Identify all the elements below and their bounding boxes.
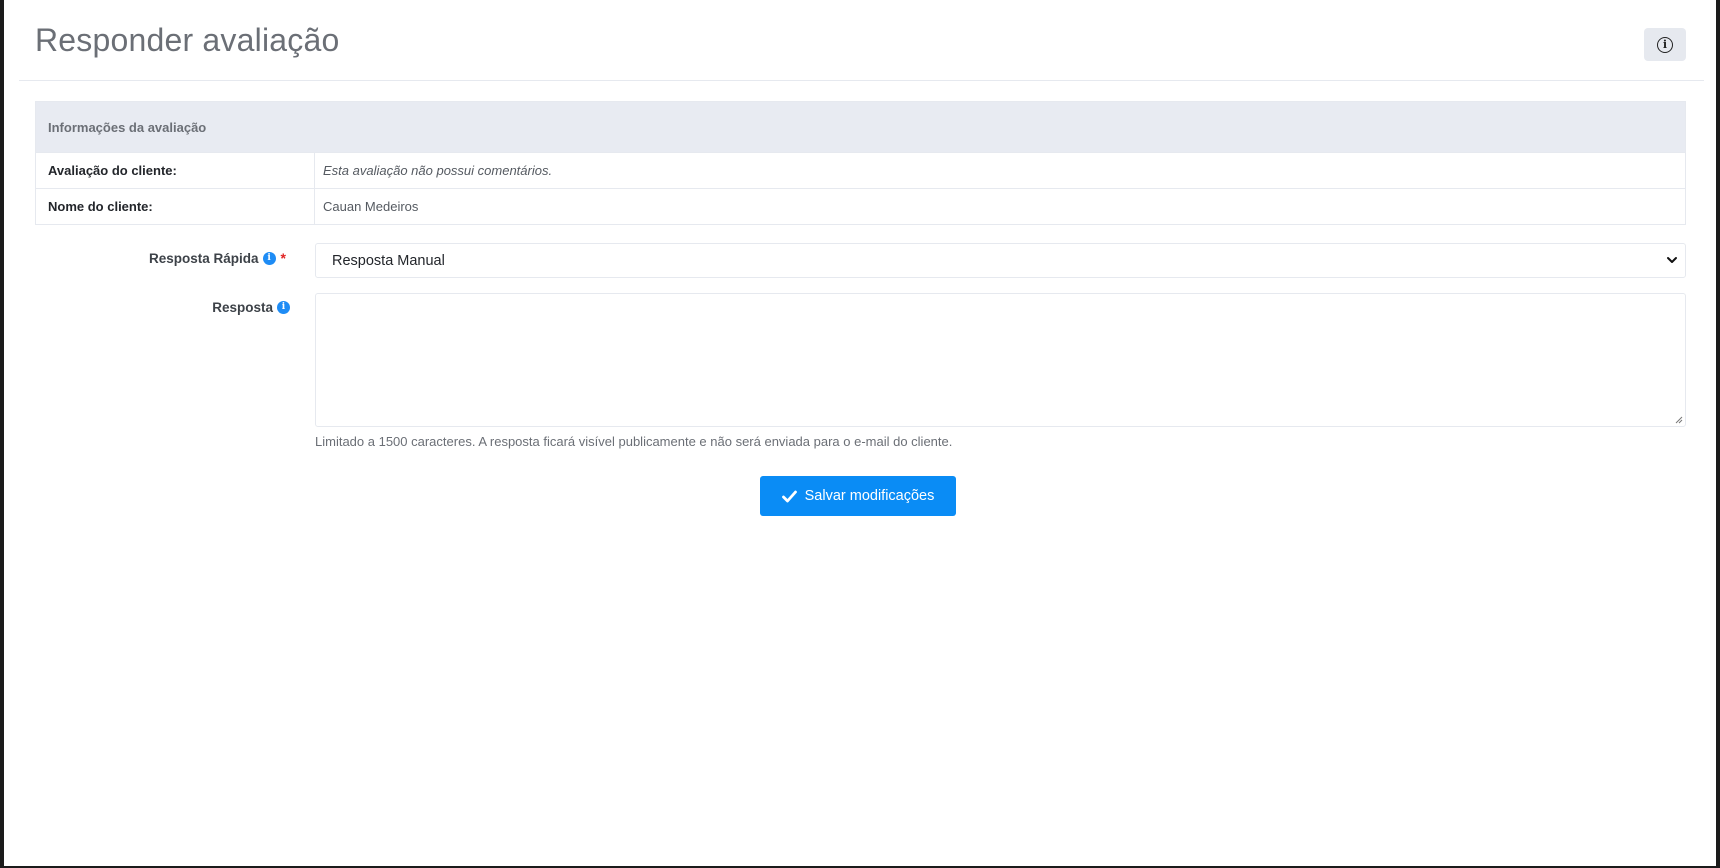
info-button[interactable]: i [1644,28,1686,61]
quick-reply-label-group: Resposta Rápida i * [100,250,286,266]
save-button-label: Salvar modificações [804,488,935,504]
quick-reply-selected-value: Resposta Manual [332,252,445,269]
page-header: Responder avaliação i [19,0,1704,81]
reply-label-group: Resposta i [100,300,290,315]
resize-grip-icon[interactable] [1674,415,1683,424]
chevron-down-icon [1667,257,1677,263]
required-marker: * [280,250,286,266]
customer-name-label: Nome do cliente: [36,189,315,224]
review-info-heading: Informações da avaliação [36,102,1685,152]
window-frame-right [1716,0,1720,868]
reply-hint: Limitado a 1500 caracteres. A resposta f… [315,434,953,449]
review-comment-label: Avaliação do cliente: [36,153,315,188]
quick-reply-select[interactable]: Resposta Manual [315,243,1686,278]
review-comment-value: Esta avaliação não possui comentários. [323,163,553,178]
reply-textarea[interactable] [315,293,1686,427]
quick-reply-label: Resposta Rápida [149,250,259,266]
table-row: Avaliação do cliente: Esta avaliação não… [36,152,1685,188]
customer-name-value: Cauan Medeiros [323,199,419,214]
page: Responder avaliação i Informações da ava… [4,0,1716,866]
info-icon[interactable]: i [277,301,290,314]
review-info-table: Informações da avaliação Avaliação do cl… [35,101,1686,225]
reply-label: Resposta [212,300,273,315]
table-row: Nome do cliente: Cauan Medeiros [36,188,1685,224]
check-icon [781,490,797,502]
info-circle-icon: i [1657,36,1673,53]
page-title: Responder avaliação [35,22,340,58]
save-button[interactable]: Salvar modificações [760,476,956,516]
info-icon[interactable]: i [262,251,276,265]
